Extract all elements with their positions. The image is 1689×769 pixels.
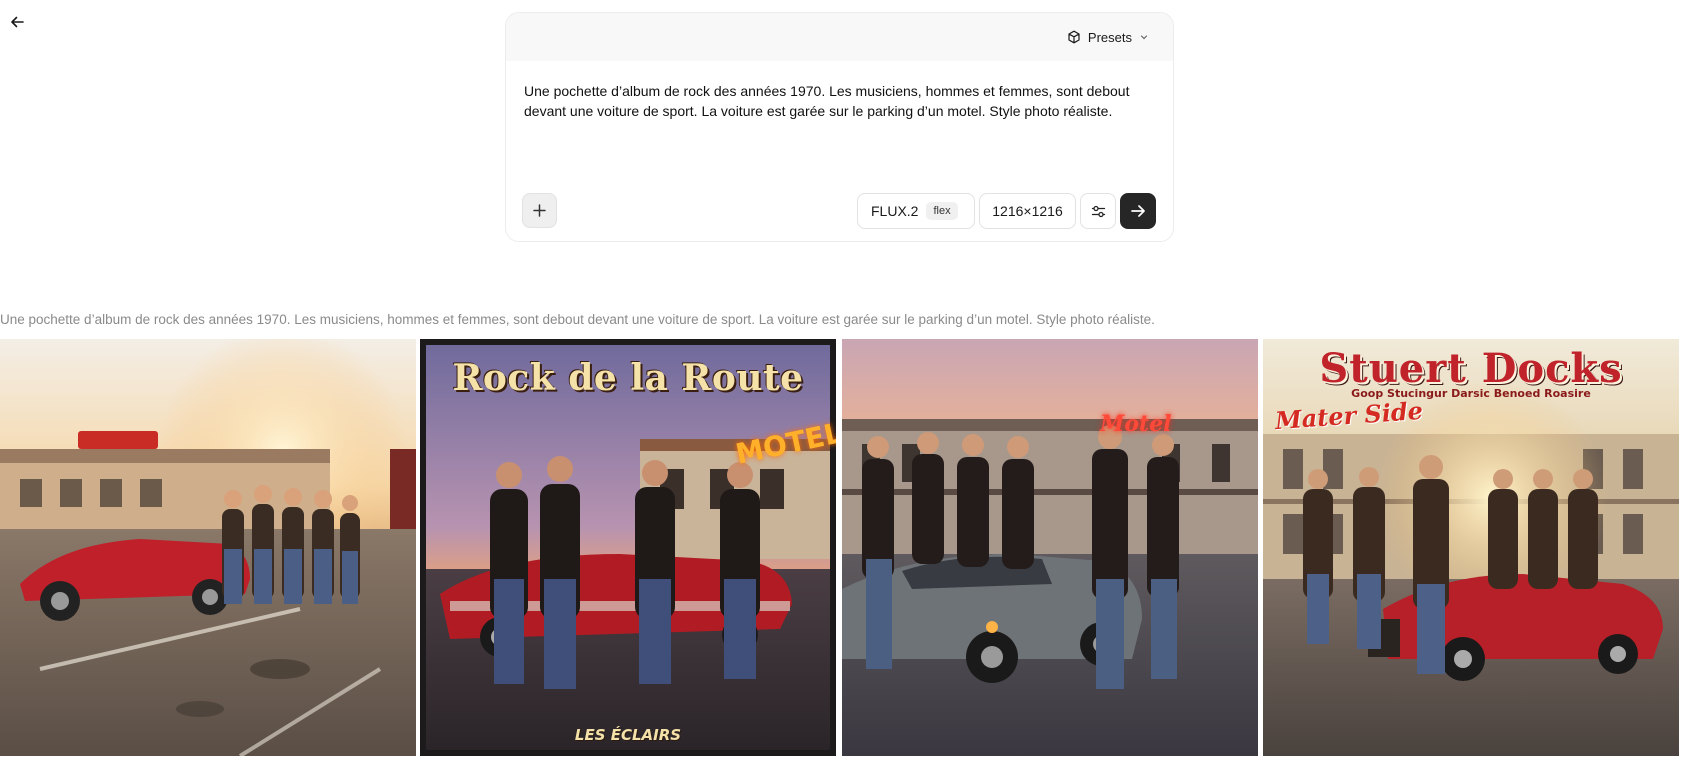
plus-icon bbox=[533, 204, 546, 217]
model-tag: flex bbox=[926, 202, 958, 220]
image-2-art bbox=[420, 339, 836, 756]
image-3-art bbox=[842, 339, 1258, 756]
back-button[interactable] bbox=[6, 11, 28, 33]
generated-image-1[interactable] bbox=[0, 339, 416, 756]
generated-image-2[interactable]: Rock de la Route MOTEL LES ÉCLAIRS bbox=[420, 339, 836, 756]
image-1-art bbox=[0, 339, 416, 756]
presets-label: Presets bbox=[1087, 29, 1132, 45]
composer-toolbar: FLUX.2 flex 1216×1216 bbox=[506, 193, 1173, 229]
image-grid: Rock de la Route MOTEL LES ÉCLAIRS Motel… bbox=[0, 339, 1680, 756]
prompt-input[interactable]: Une pochette d’album de rock des années … bbox=[524, 81, 1154, 121]
add-button[interactable] bbox=[522, 193, 557, 228]
generated-image-3[interactable]: Motel bbox=[842, 339, 1258, 756]
arrow-right-icon bbox=[1131, 205, 1145, 217]
model-name: FLUX.2 bbox=[871, 203, 919, 219]
model-selector[interactable]: FLUX.2 flex bbox=[857, 193, 975, 229]
size-label: 1216×1216 bbox=[992, 203, 1063, 219]
settings-button[interactable] bbox=[1080, 193, 1116, 229]
cube-icon bbox=[1068, 30, 1080, 44]
size-selector[interactable]: 1216×1216 bbox=[979, 193, 1076, 229]
composer-header: Presets bbox=[506, 13, 1173, 61]
generated-image-4[interactable]: Stuert Docks Goop Stucingur Darsic Benoe… bbox=[1263, 339, 1679, 756]
chevron-down-icon bbox=[1140, 35, 1148, 40]
album-band-name: LES ÉCLAIRS bbox=[574, 726, 682, 744]
sliders-icon bbox=[1091, 205, 1105, 217]
presets-dropdown[interactable]: Presets bbox=[1067, 26, 1149, 48]
album-title: Stuert Docks bbox=[1319, 345, 1623, 392]
prompt-composer: Presets Une pochette d’album de rock des… bbox=[505, 12, 1174, 242]
album-title: Rock de la Route bbox=[452, 357, 804, 399]
result-caption: Une pochette d’album de rock des années … bbox=[0, 312, 1155, 327]
arrow-left-icon bbox=[11, 16, 24, 28]
album-subtitle: Goop Stucingur Darsic Benoed Roasire bbox=[1351, 387, 1591, 400]
generate-button[interactable] bbox=[1120, 193, 1156, 229]
motel-sign: Motel bbox=[1100, 411, 1172, 437]
